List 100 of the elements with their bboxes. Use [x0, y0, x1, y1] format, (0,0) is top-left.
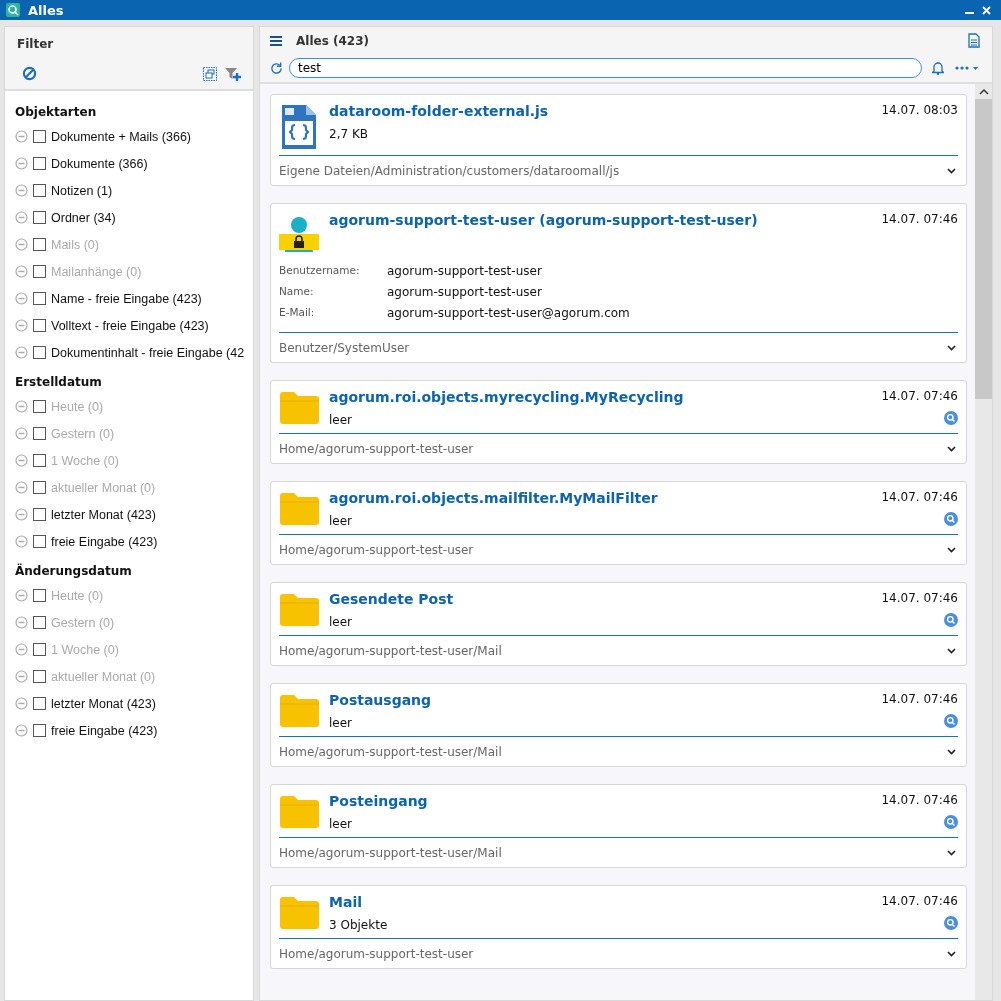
result-card[interactable]: agorum.roi.objects.mailfilter.MyMailFilter leer 14.07. 07:46 Home/agorum-support-test-user [270, 481, 967, 565]
window-icon[interactable] [203, 66, 217, 81]
panel-title: Filter [17, 37, 55, 51]
search-icon[interactable] [944, 714, 958, 728]
result-title[interactable]: agorum.roi.objects.mailfilter.MyMailFilter [329, 490, 872, 506]
result-card[interactable]: Postausgang leer 14.07. 07:46 Home/agorum-support-test-user/Mail [270, 683, 967, 767]
chevron-down-icon[interactable] [947, 344, 956, 351]
result-title[interactable]: agorum.roi.objects.myrecycling.MyRecycling [329, 389, 872, 405]
group-heading: Erstelldatum [15, 374, 103, 391]
checkbox[interactable] [33, 724, 46, 737]
search-icon[interactable] [944, 411, 958, 425]
filter-option[interactable]: freie Eingabe (423) [51, 723, 158, 738]
filter-option[interactable]: Dokumentinhalt - freie Eingabe (42 [51, 345, 245, 360]
filter-option[interactable]: Ordner (34) [51, 210, 116, 225]
result-date: 14.07. 07:46 [881, 793, 958, 807]
filter-option[interactable]: Volltext - freie Eingabe (423) [51, 318, 209, 333]
checkbox[interactable] [33, 697, 46, 710]
result-info: leer [329, 817, 354, 831]
chevron-down-icon[interactable] [947, 849, 956, 856]
folder-icon [279, 492, 319, 525]
result-date: 14.07. 07:46 [881, 389, 958, 403]
result-date: 14.07. 07:46 [881, 212, 958, 226]
result-title[interactable]: Mail [329, 894, 872, 910]
document-icon[interactable] [968, 33, 980, 48]
window-title: Alles [28, 2, 64, 18]
result-title[interactable]: Gesendete Post [329, 591, 872, 607]
search-icon[interactable] [944, 512, 958, 526]
folder-icon [279, 896, 319, 929]
result-info: leer [329, 514, 354, 528]
filter-option[interactable]: Notizen (1) [51, 183, 113, 198]
chevron-down-icon[interactable] [947, 950, 956, 957]
filter-option[interactable]: freie Eingabe (423) [51, 534, 158, 549]
bell-icon[interactable] [932, 61, 944, 75]
field-label: E-Mail: [279, 306, 316, 320]
refresh-icon[interactable] [270, 61, 283, 75]
result-path[interactable]: Eigene Dateien/Administration/customers/dataroomall/js [279, 163, 620, 178]
scroll-thumb[interactable] [975, 99, 992, 399]
folder-icon [279, 593, 319, 626]
more-icon[interactable] [954, 64, 980, 72]
filter-option[interactable]: Name - freie Eingabe (423) [51, 291, 202, 306]
search-icon[interactable] [944, 815, 958, 829]
result-title[interactable]: Posteingang [329, 793, 872, 809]
search-icon [6, 3, 20, 17]
result-path[interactable]: Home/agorum-support-test-user [279, 441, 474, 456]
result-info: leer [329, 716, 354, 730]
add-filter-icon[interactable] [225, 66, 241, 81]
checkbox[interactable] [33, 157, 46, 170]
chevron-down-icon[interactable] [947, 748, 956, 755]
folder-icon [279, 795, 319, 828]
result-card[interactable]: Posteingang leer 14.07. 07:46 Home/agorum-support-test-user/Mail [270, 784, 967, 868]
chevron-down-icon[interactable] [947, 167, 956, 174]
checkbox[interactable] [33, 292, 46, 305]
chevron-down-icon[interactable] [947, 647, 956, 654]
field-label: Benutzername: [279, 264, 361, 278]
result-path[interactable]: Home/agorum-support-test-user [279, 946, 474, 961]
folder-icon [279, 391, 319, 424]
filter-option[interactable]: Dokumente + Mails (366) [51, 129, 191, 144]
filter-option[interactable]: Dokumente (366) [51, 156, 148, 171]
result-card[interactable]: Gesendete Post leer 14.07. 07:46 Home/agorum-support-test-user/Mail [270, 582, 967, 666]
filter-option[interactable]: letzter Monat (423) [51, 507, 156, 522]
close-icon[interactable] [982, 5, 991, 15]
result-path[interactable]: Home/agorum-support-test-user/Mail [279, 845, 502, 860]
scrollbar[interactable] [975, 84, 992, 1000]
field-value: agorum-support-test-user [387, 285, 543, 299]
checkbox[interactable] [33, 346, 46, 359]
reset-icon[interactable] [22, 66, 37, 81]
result-date: 14.07. 07:46 [881, 894, 958, 908]
result-card[interactable]: agorum-support-test-user (agorum-support-test-user) 14.07. 07:46 Benutzername: agorum-support-test-user Name: agorum-support-test-user E-Mail: agorum-support-test-user@agorum.com Benutzer/SystemUser [270, 203, 967, 363]
checkbox[interactable] [33, 184, 46, 197]
results-title: Alles (423) [296, 33, 369, 48]
checkbox[interactable] [33, 508, 46, 521]
result-card[interactable]: Mail 3 Objekte 14.07. 07:46 Home/agorum-support-test-user [270, 885, 967, 969]
checkbox[interactable] [33, 535, 46, 548]
result-date: 14.07. 07:46 [881, 692, 958, 706]
result-info: 2,7 KB [329, 127, 369, 141]
result-path[interactable]: Home/agorum-support-test-user/Mail [279, 643, 502, 658]
checkbox[interactable] [33, 319, 46, 332]
scroll-up-icon[interactable] [978, 88, 989, 95]
menu-icon[interactable] [270, 35, 282, 46]
result-path[interactable]: Benutzer/SystemUser [279, 340, 410, 355]
result-date: 14.07. 07:46 [881, 591, 958, 605]
checkbox[interactable] [33, 211, 46, 224]
result-card[interactable]: agorum.roi.objects.myrecycling.MyRecycling leer 14.07. 07:46 Home/agorum-support-test-user [270, 380, 967, 464]
result-title[interactable]: agorum-support-test-user (agorum-support-test-user) [329, 212, 872, 228]
result-info: leer [329, 615, 354, 629]
filter-option[interactable]: letzter Monat (423) [51, 696, 156, 711]
checkbox[interactable] [33, 130, 46, 143]
js-file-icon [282, 105, 316, 149]
result-title[interactable]: Postausgang [329, 692, 872, 708]
result-path[interactable]: Home/agorum-support-test-user [279, 542, 474, 557]
chevron-down-icon[interactable] [947, 546, 956, 553]
search-icon[interactable] [944, 916, 958, 930]
result-path[interactable]: Home/agorum-support-test-user/Mail [279, 744, 502, 759]
search-icon[interactable] [944, 613, 958, 627]
chevron-down-icon[interactable] [947, 445, 956, 452]
result-card[interactable]: dataroom-folder-external.js 2,7 KB 14.07. 08:03 Eigene Dateien/Administration/customers/dataroomall/js [270, 94, 967, 186]
field-label: Name: [279, 285, 315, 299]
result-title[interactable]: dataroom-folder-external.js [329, 103, 872, 119]
field-value: agorum-support-test-user [387, 264, 543, 278]
search-field[interactable]: test [289, 58, 922, 78]
